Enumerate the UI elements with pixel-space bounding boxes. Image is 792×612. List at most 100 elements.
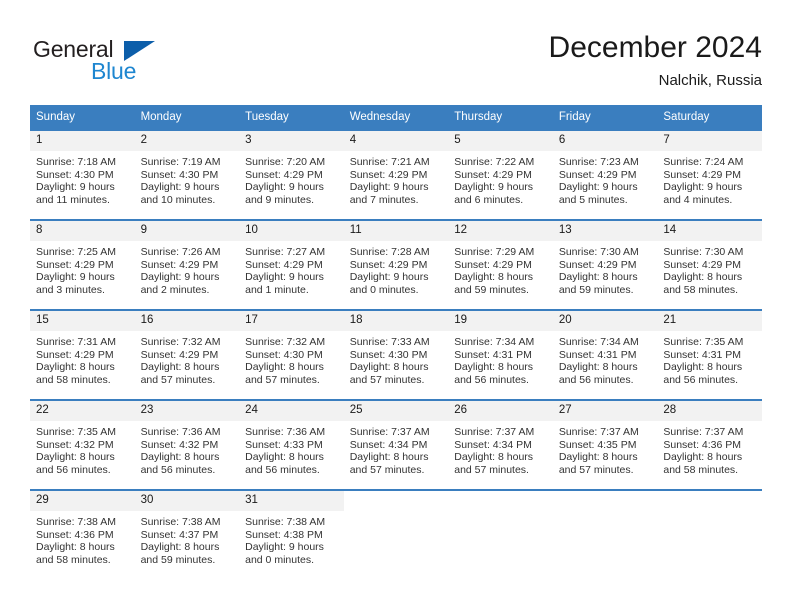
day-cell[interactable]: 15 Sunrise: 7:31 AM Sunset: 4:29 PM Dayl… [30,311,135,399]
day-cell[interactable]: 5 Sunrise: 7:22 AM Sunset: 4:29 PM Dayli… [448,131,553,219]
day-cell[interactable]: 22 Sunrise: 7:35 AM Sunset: 4:32 PM Dayl… [30,401,135,489]
calendar-cell[interactable] [343,489,449,579]
day-cell[interactable]: 6 Sunrise: 7:23 AM Sunset: 4:29 PM Dayli… [552,131,658,219]
calendar-cell[interactable]: 24 Sunrise: 7:36 AM Sunset: 4:33 PM Dayl… [239,399,344,490]
daylight-text-line2: and 1 minute. [245,283,309,296]
day-cell[interactable]: 31 Sunrise: 7:38 AM Sunset: 4:38 PM Dayl… [239,491,344,579]
day-cell[interactable]: 21 Sunrise: 7:35 AM Sunset: 4:31 PM Dayl… [657,311,762,399]
day-cell[interactable]: 30 Sunrise: 7:38 AM Sunset: 4:37 PM Dayl… [134,491,240,579]
day-cell[interactable]: 7 Sunrise: 7:24 AM Sunset: 4:29 PM Dayli… [657,131,762,219]
sunrise-text: Sunrise: 7:27 AM [245,246,326,258]
calendar-cell[interactable]: 19 Sunrise: 7:34 AM Sunset: 4:31 PM Dayl… [448,309,553,400]
daylight-text-line1: Daylight: 8 hours [663,451,743,464]
weekday-header-saturday: Saturday [657,105,762,130]
sunset-text: Sunset: 4:29 PM [349,168,428,181]
calendar-cell[interactable] [657,489,762,579]
calendar-cell[interactable] [552,489,658,579]
calendar-cell[interactable]: 26 Sunrise: 7:37 AM Sunset: 4:34 PM Dayl… [448,399,553,490]
day-cell[interactable]: 11 Sunrise: 7:28 AM Sunset: 4:29 PM Dayl… [343,221,449,309]
day-cell[interactable]: 8 Sunrise: 7:25 AM Sunset: 4:29 PM Dayli… [30,221,135,309]
day-cell[interactable]: 18 Sunrise: 7:33 AM Sunset: 4:30 PM Dayl… [343,311,449,399]
day-number: 31 [239,491,344,511]
calendar-cell[interactable]: 10 Sunrise: 7:27 AM Sunset: 4:29 PM Dayl… [239,219,344,310]
calendar-cell[interactable]: 5 Sunrise: 7:22 AM Sunset: 4:29 PM Dayli… [448,129,553,220]
calendar-cell[interactable]: 31 Sunrise: 7:38 AM Sunset: 4:38 PM Dayl… [239,489,344,579]
calendar-cell[interactable]: 12 Sunrise: 7:29 AM Sunset: 4:29 PM Dayl… [448,219,553,310]
calendar-cell[interactable]: 2 Sunrise: 7:19 AM Sunset: 4:30 PM Dayli… [134,129,240,220]
calendar-cell[interactable]: 9 Sunrise: 7:26 AM Sunset: 4:29 PM Dayli… [134,219,240,310]
calendar-cell[interactable]: 21 Sunrise: 7:35 AM Sunset: 4:31 PM Dayl… [657,309,762,400]
sunset-text: Sunset: 4:29 PM [140,348,219,361]
day-cell[interactable]: 24 Sunrise: 7:36 AM Sunset: 4:33 PM Dayl… [239,401,344,489]
day-cell[interactable]: 25 Sunrise: 7:37 AM Sunset: 4:34 PM Dayl… [343,401,449,489]
day-cell[interactable]: 27 Sunrise: 7:37 AM Sunset: 4:35 PM Dayl… [552,401,658,489]
day-cell[interactable]: 23 Sunrise: 7:36 AM Sunset: 4:32 PM Dayl… [134,401,240,489]
calendar-cell[interactable]: 11 Sunrise: 7:28 AM Sunset: 4:29 PM Dayl… [343,219,449,310]
sunset-text: Sunset: 4:34 PM [454,438,532,451]
day-cell[interactable]: 2 Sunrise: 7:19 AM Sunset: 4:30 PM Dayli… [134,131,240,219]
day-cell[interactable]: 9 Sunrise: 7:26 AM Sunset: 4:29 PM Dayli… [134,221,240,309]
day-info: Sunrise: 7:35 AM Sunset: 4:32 PM Dayligh… [30,421,135,476]
calendar-cell[interactable]: 22 Sunrise: 7:35 AM Sunset: 4:32 PM Dayl… [30,399,135,490]
day-cell[interactable]: 4 Sunrise: 7:21 AM Sunset: 4:29 PM Dayli… [343,131,449,219]
title-block: December 2024 Nalchik, Russia [549,30,762,92]
calendar-cell[interactable]: 16 Sunrise: 7:32 AM Sunset: 4:29 PM Dayl… [134,309,240,400]
daylight-text-line1: Daylight: 8 hours [36,541,115,554]
calendar-cell[interactable]: 27 Sunrise: 7:37 AM Sunset: 4:35 PM Dayl… [552,399,658,490]
day-cell[interactable]: 1 Sunrise: 7:18 AM Sunset: 4:30 PM Dayli… [30,131,135,219]
calendar-cell[interactable]: 17 Sunrise: 7:32 AM Sunset: 4:30 PM Dayl… [239,309,344,400]
day-number: 18 [343,311,449,331]
day-cell[interactable]: 3 Sunrise: 7:20 AM Sunset: 4:29 PM Dayli… [239,131,344,219]
calendar-cell[interactable] [448,489,553,579]
day-number: 6 [552,131,658,151]
day-info: Sunrise: 7:19 AM Sunset: 4:30 PM Dayligh… [135,151,240,206]
sunset-text: Sunset: 4:29 PM [663,258,742,271]
day-cell[interactable]: 29 Sunrise: 7:38 AM Sunset: 4:36 PM Dayl… [30,491,135,579]
day-cell[interactable]: 13 Sunrise: 7:30 AM Sunset: 4:29 PM Dayl… [552,221,658,309]
daylight-text-line1: Daylight: 9 hours [245,541,324,554]
day-info: Sunrise: 7:31 AM Sunset: 4:29 PM Dayligh… [30,331,135,386]
daylight-text-line1: Daylight: 8 hours [140,541,220,554]
calendar-cell[interactable]: 1 Sunrise: 7:18 AM Sunset: 4:30 PM Dayli… [30,129,135,220]
day-cell[interactable]: 20 Sunrise: 7:34 AM Sunset: 4:31 PM Dayl… [552,311,658,399]
calendar-cell[interactable]: 3 Sunrise: 7:20 AM Sunset: 4:29 PM Dayli… [239,129,344,220]
calendar-cell[interactable]: 15 Sunrise: 7:31 AM Sunset: 4:29 PM Dayl… [30,309,135,400]
day-cell[interactable]: 16 Sunrise: 7:32 AM Sunset: 4:29 PM Dayl… [134,311,240,399]
day-cell[interactable]: 28 Sunrise: 7:37 AM Sunset: 4:36 PM Dayl… [657,401,762,489]
day-cell[interactable]: 26 Sunrise: 7:37 AM Sunset: 4:34 PM Dayl… [448,401,553,489]
calendar-cell[interactable]: 28 Sunrise: 7:37 AM Sunset: 4:36 PM Dayl… [657,399,762,490]
sunrise-text: Sunrise: 7:32 AM [140,336,221,348]
day-info: Sunrise: 7:38 AM Sunset: 4:37 PM Dayligh… [135,511,240,566]
calendar-cell[interactable]: 4 Sunrise: 7:21 AM Sunset: 4:29 PM Dayli… [343,129,449,220]
day-cell[interactable]: 12 Sunrise: 7:29 AM Sunset: 4:29 PM Dayl… [448,221,553,309]
calendar-cell[interactable]: 13 Sunrise: 7:30 AM Sunset: 4:29 PM Dayl… [552,219,658,310]
daylight-text-line2: and 0 minutes. [245,553,315,566]
sunrise-text: Sunrise: 7:34 AM [454,336,535,348]
day-cell[interactable]: 10 Sunrise: 7:27 AM Sunset: 4:29 PM Dayl… [239,221,344,309]
calendar-cell[interactable]: 18 Sunrise: 7:33 AM Sunset: 4:30 PM Dayl… [343,309,449,400]
sunset-text: Sunset: 4:29 PM [245,258,323,271]
calendar-cell[interactable]: 6 Sunrise: 7:23 AM Sunset: 4:29 PM Dayli… [552,129,658,220]
day-info: Sunrise: 7:32 AM Sunset: 4:29 PM Dayligh… [135,331,240,386]
sunrise-text: Sunrise: 7:30 AM [663,246,744,258]
day-info: Sunrise: 7:36 AM Sunset: 4:32 PM Dayligh… [135,421,240,476]
calendar-cell[interactable]: 23 Sunrise: 7:36 AM Sunset: 4:32 PM Dayl… [134,399,240,490]
calendar-cell[interactable]: 30 Sunrise: 7:38 AM Sunset: 4:37 PM Dayl… [134,489,240,579]
daylight-text-line1: Daylight: 8 hours [663,361,743,374]
calendar-cell[interactable]: 29 Sunrise: 7:38 AM Sunset: 4:36 PM Dayl… [30,489,135,579]
daylight-text-line2: and 0 minutes. [349,283,419,296]
day-number: 27 [552,401,658,421]
daylight-text-line1: Daylight: 8 hours [558,271,638,284]
calendar-cell[interactable]: 7 Sunrise: 7:24 AM Sunset: 4:29 PM Dayli… [657,129,762,220]
day-cell[interactable]: 19 Sunrise: 7:34 AM Sunset: 4:31 PM Dayl… [448,311,553,399]
calendar-cell[interactable]: 14 Sunrise: 7:30 AM Sunset: 4:29 PM Dayl… [657,219,762,310]
calendar-cell[interactable]: 8 Sunrise: 7:25 AM Sunset: 4:29 PM Dayli… [30,219,135,310]
day-number: 9 [134,221,240,241]
daylight-text-line1: Daylight: 8 hours [663,271,743,284]
calendar-week-row: 15 Sunrise: 7:31 AM Sunset: 4:29 PM Dayl… [30,309,762,400]
calendar-cell[interactable]: 25 Sunrise: 7:37 AM Sunset: 4:34 PM Dayl… [343,399,449,490]
day-cell[interactable]: 17 Sunrise: 7:32 AM Sunset: 4:30 PM Dayl… [239,311,344,399]
day-cell[interactable]: 14 Sunrise: 7:30 AM Sunset: 4:29 PM Dayl… [657,221,762,309]
daylight-text-line1: Daylight: 8 hours [454,451,534,464]
calendar-cell[interactable]: 20 Sunrise: 7:34 AM Sunset: 4:31 PM Dayl… [552,309,658,400]
